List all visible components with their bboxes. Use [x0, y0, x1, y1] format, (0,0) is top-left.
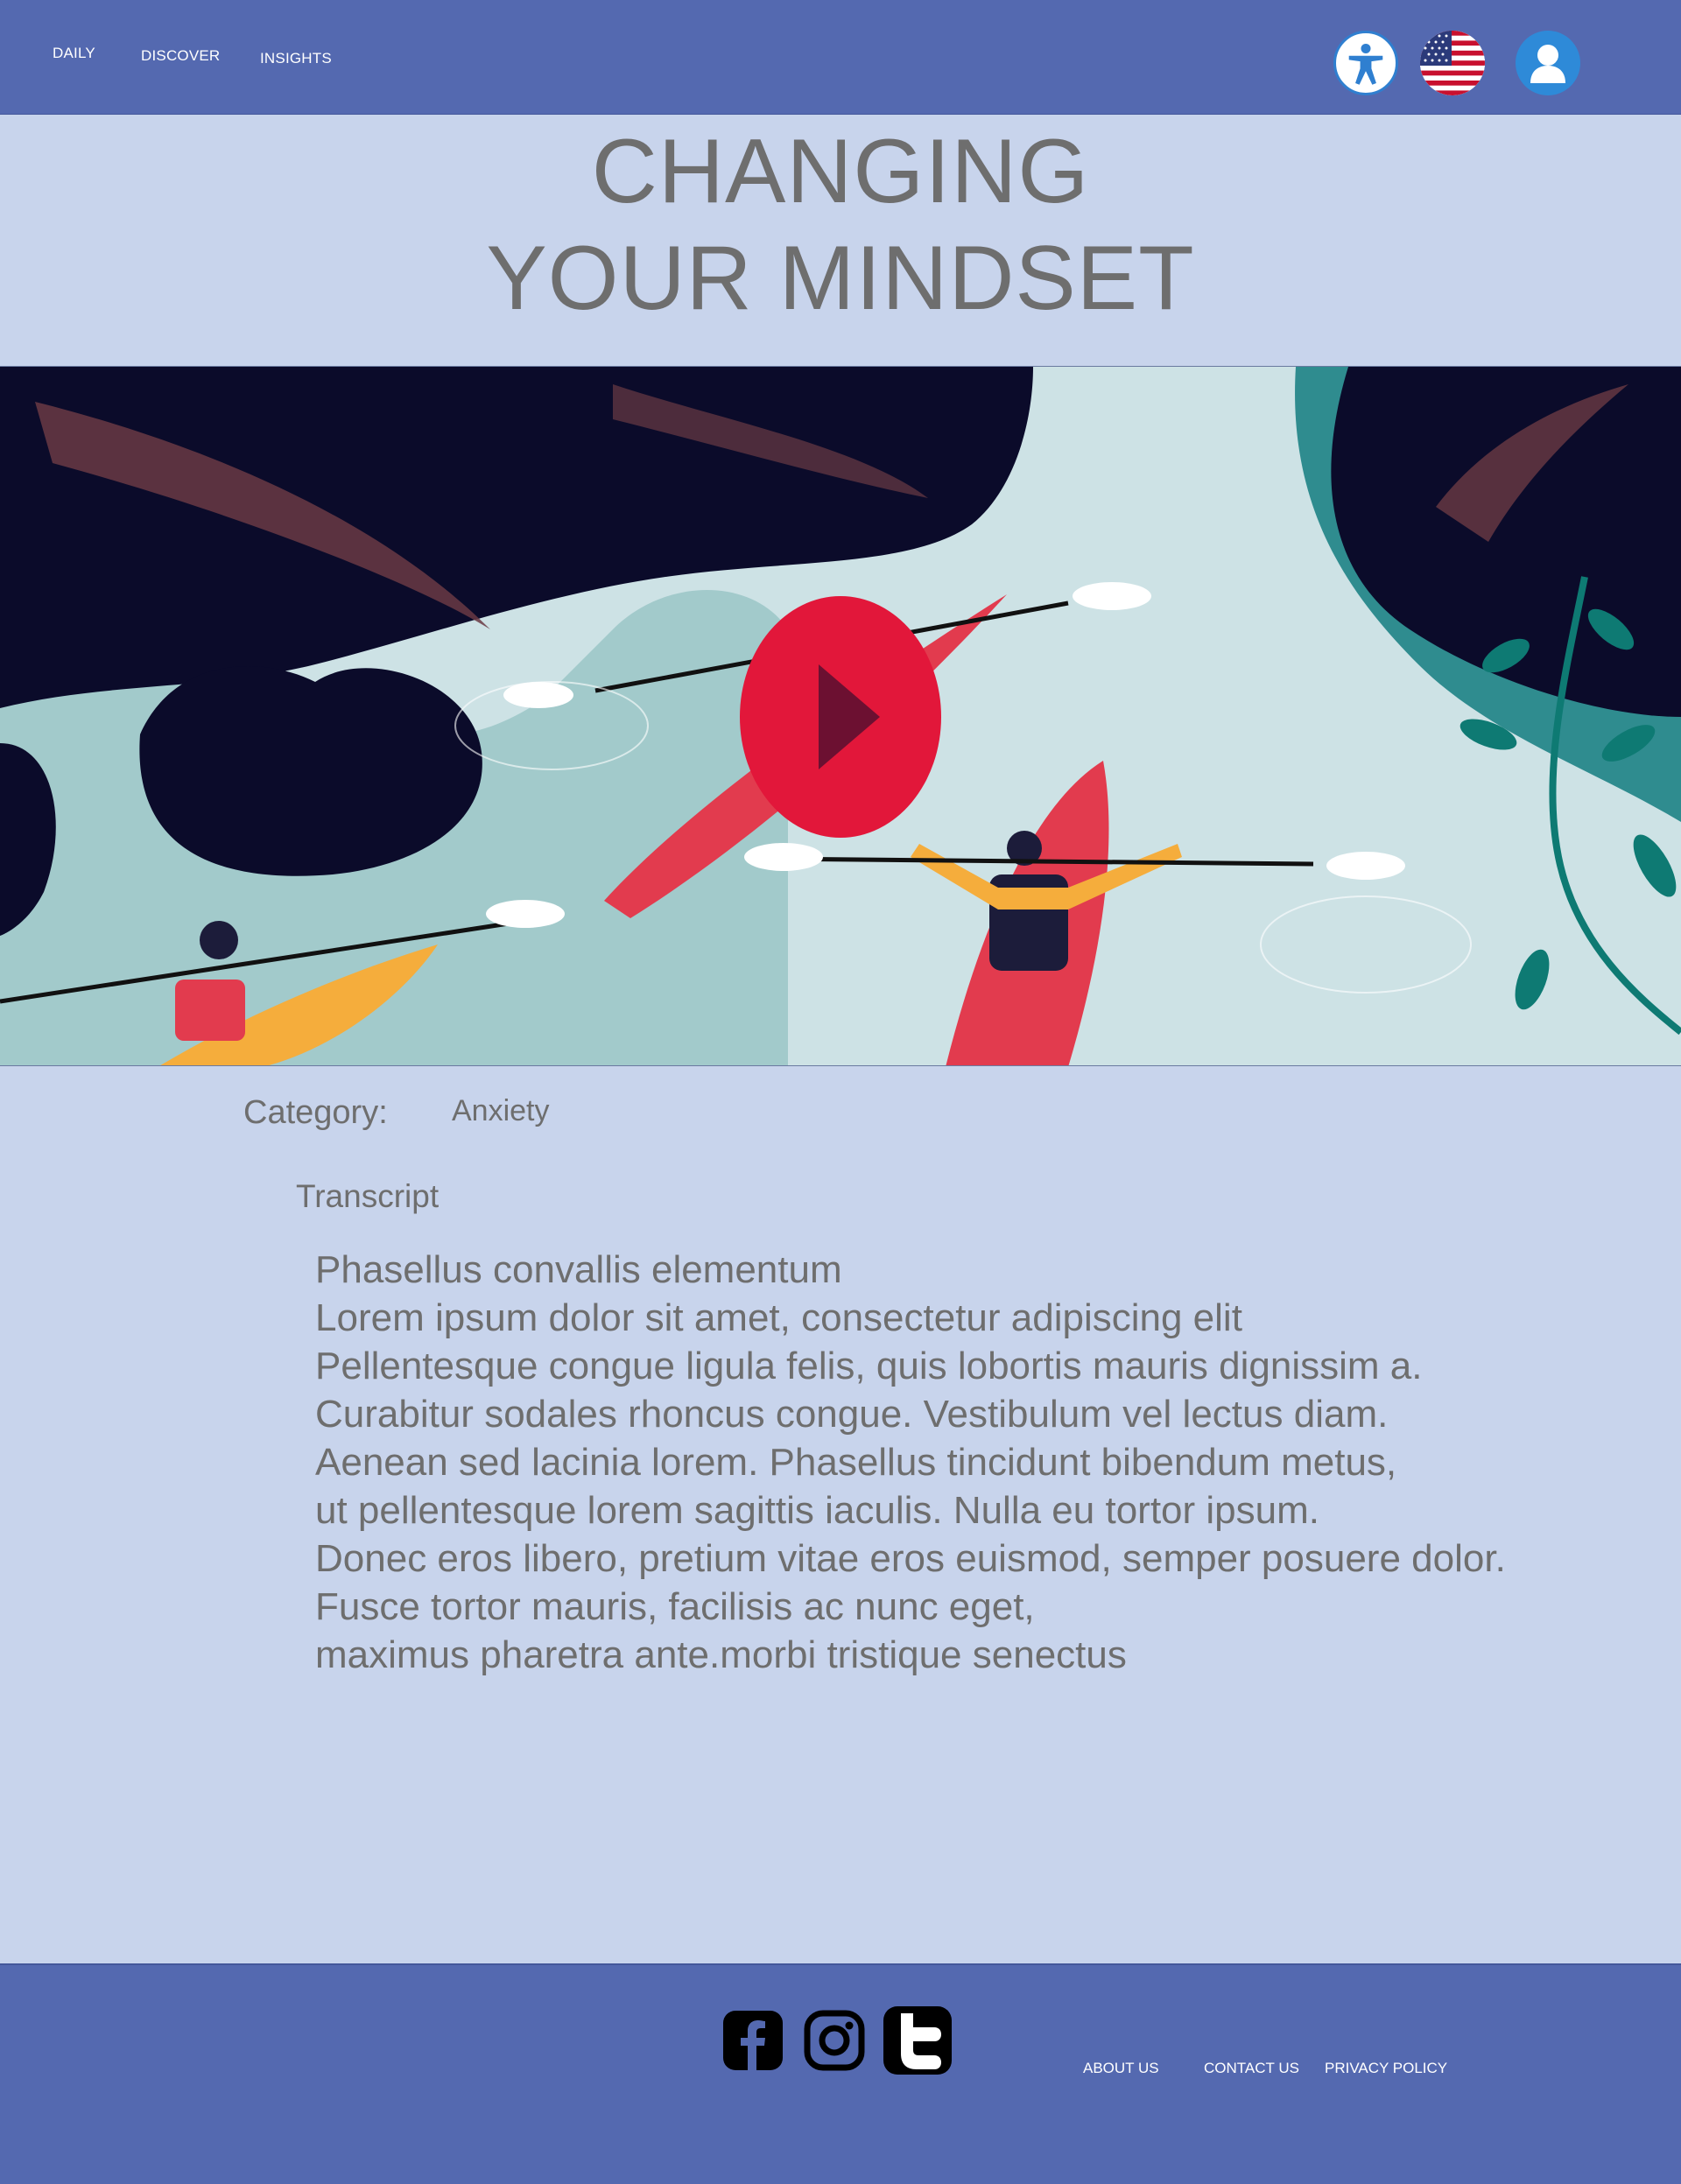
play-button[interactable] — [740, 596, 941, 838]
transcript-line: Donec eros libero, pretium vitae eros eu… — [315, 1537, 1506, 1580]
user-avatar-icon[interactable] — [1516, 31, 1580, 95]
transcript-line: Phasellus convallis elementum — [315, 1248, 842, 1291]
transcript-line: maximus pharetra ante.morbi tristique se… — [315, 1633, 1127, 1676]
nav-daily[interactable]: DAILY — [53, 45, 95, 62]
page-title-line-2: YOUR MINDSET — [486, 228, 1195, 329]
transcript-body: Phasellus convallis elementum Lorem ipsu… — [315, 1246, 1628, 1679]
transcript-line: Curabitur sodales rhoncus congue. Vestib… — [315, 1393, 1389, 1436]
transcript-line: ut pellentesque lorem sagittis iaculis. … — [315, 1489, 1319, 1532]
page-title: CHANGING YOUR MINDSET — [0, 118, 1681, 332]
transcript-line: Fusce tortor mauris, facilisis ac nunc e… — [315, 1585, 1035, 1628]
transcript-line: Aenean sed lacinia lorem. Phasellus tinc… — [315, 1441, 1397, 1484]
category-label: Category: — [243, 1094, 388, 1131]
facebook-icon[interactable] — [721, 2009, 784, 2072]
transcript-line: Pellentesque congue ligula felis, quis l… — [315, 1345, 1423, 1387]
footer: ABOUT US CONTACT US PRIVACY POLICY — [0, 1963, 1681, 2184]
nav-insights[interactable]: INSIGHTS — [260, 50, 332, 67]
transcript-line: Lorem ipsum dolor sit amet, consectetur … — [315, 1296, 1242, 1339]
twitter-icon[interactable] — [882, 2005, 953, 2076]
footer-link-contact[interactable]: CONTACT US — [1204, 2060, 1299, 2077]
nav-discover[interactable]: DISCOVER — [141, 47, 220, 65]
instagram-icon[interactable] — [803, 2009, 866, 2072]
top-nav-bar: DAILY DISCOVER INSIGHTS — [0, 0, 1681, 115]
video-thumbnail — [0, 367, 1681, 1065]
footer-link-privacy[interactable]: PRIVACY POLICY — [1325, 2060, 1447, 2077]
footer-link-about[interactable]: ABOUT US — [1083, 2060, 1159, 2077]
category-value: Anxiety — [452, 1094, 550, 1127]
us-flag-icon[interactable] — [1420, 31, 1485, 95]
accessibility-icon[interactable] — [1333, 31, 1398, 95]
page-title-line-1: CHANGING — [591, 121, 1090, 222]
video-player[interactable] — [0, 366, 1681, 1066]
page: DAILY DISCOVER INSIGHTS CHANGING YOUR MI… — [0, 0, 1681, 2184]
transcript-heading: Transcript — [296, 1178, 440, 1214]
